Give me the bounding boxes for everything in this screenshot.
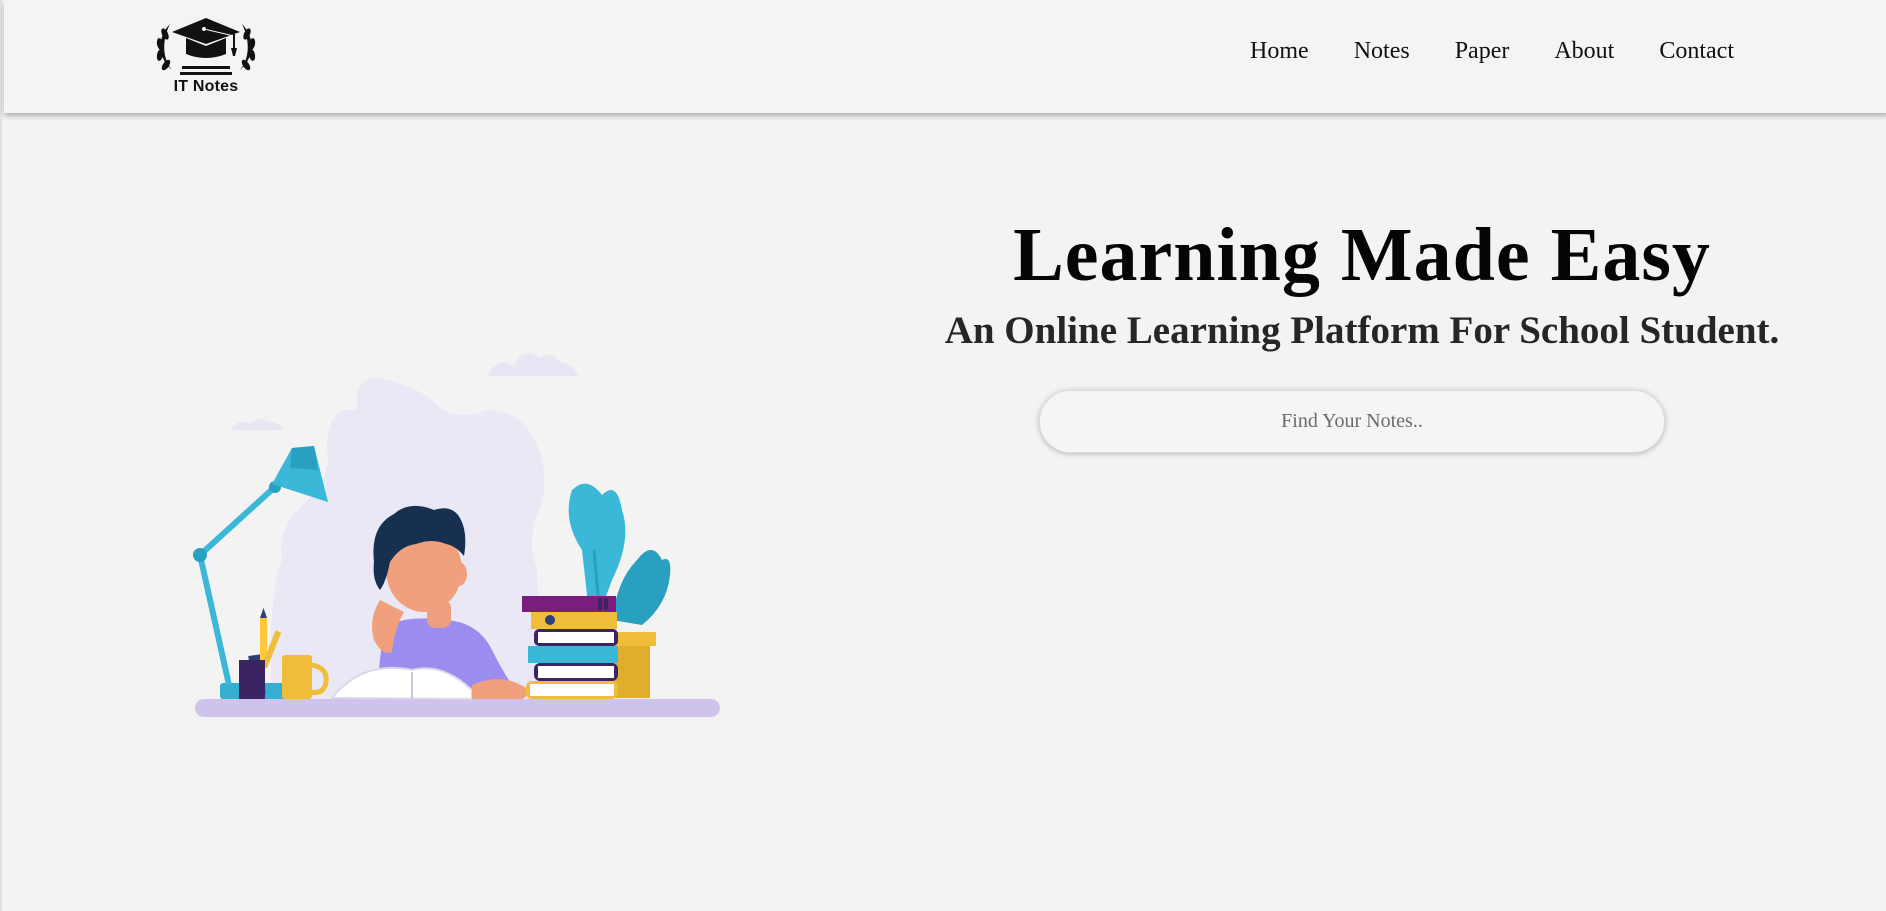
nav-contact[interactable]: Contact [1659, 38, 1734, 65]
book-stack-icon [522, 596, 618, 699]
page: IT Notes Home Notes Paper About Contact [0, 0, 1886, 911]
main-nav: Home Notes Paper About Contact [1250, 38, 1734, 65]
nav-about[interactable]: About [1554, 38, 1614, 65]
hero-subtitle: An Online Learning Platform For School S… [944, 309, 1780, 352]
search-box [1039, 390, 1665, 453]
logo[interactable]: IT Notes [146, 14, 266, 100]
nav-notes[interactable]: Notes [1354, 38, 1410, 65]
search-input[interactable] [1040, 391, 1664, 452]
nav-home[interactable]: Home [1250, 38, 1309, 65]
nav-paper[interactable]: Paper [1455, 38, 1510, 65]
graduation-cap-icon [156, 18, 256, 75]
desk [195, 699, 720, 717]
site-header: IT Notes Home Notes Paper About Contact [4, 0, 1886, 113]
logo-text: IT Notes [173, 78, 239, 95]
hero-title: Learning Made Easy [1013, 213, 1711, 297]
student-reading-illustration [142, 300, 762, 790]
